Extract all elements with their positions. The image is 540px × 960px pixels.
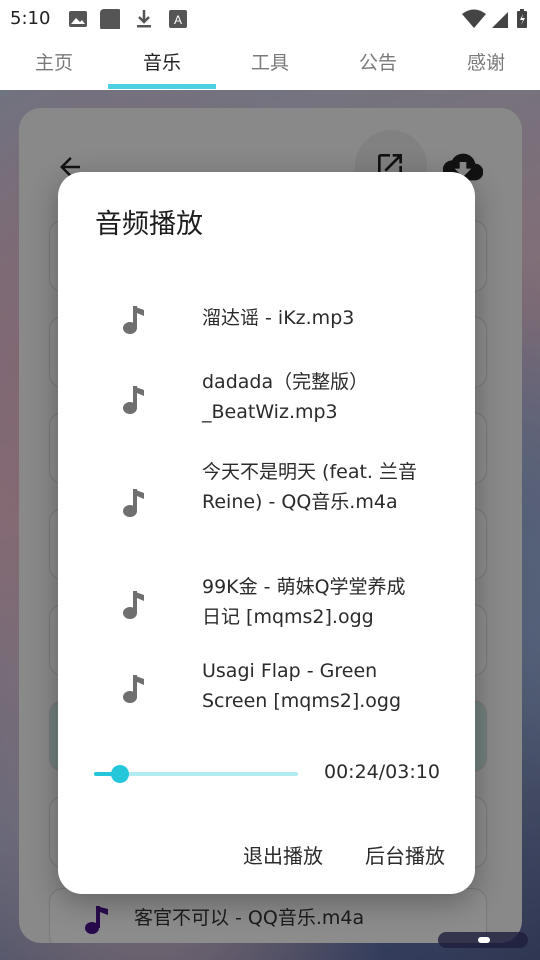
exit-playback-button[interactable]: 退出播放 <box>243 840 323 869</box>
playback-time: 00:24/03:10 <box>324 761 440 783</box>
track-item[interactable]: 今天不是明天 (feat. 兰音Reine) - QQ音乐.m4a <box>58 440 475 544</box>
track-name: 99K金 - 萌妹Q学堂养成日记 [mqms2].ogg <box>202 576 406 628</box>
music-note-icon <box>123 675 144 703</box>
wifi-icon <box>462 9 486 28</box>
font-icon: A <box>169 10 187 28</box>
track-name: Usagi Flap - Green Screen [mqms2].ogg <box>202 660 402 712</box>
music-note-icon <box>123 386 144 414</box>
track-name: 溜达谣 - iKz.mp3 <box>202 307 355 329</box>
track-item[interactable]: 99K金 - 萌妹Q学堂养成日记 [mqms2].ogg <box>58 554 475 634</box>
svg-text:A: A <box>174 13 182 27</box>
audio-player-dialog: 音频播放 溜达谣 - iKz.mp3 dadada（完整版）_BeatWiz.m… <box>58 172 475 894</box>
music-note-icon <box>123 591 144 619</box>
tab-music[interactable]: 音乐 <box>108 38 216 90</box>
track-name: dadada（完整版）_BeatWiz.mp3 <box>202 371 369 423</box>
gesture-nav-handle <box>478 937 490 943</box>
tab-tools[interactable]: 工具 <box>216 38 324 90</box>
track-item[interactable]: Usagi Flap - Green Screen [mqms2].ogg <box>58 638 475 718</box>
dialog-title: 音频播放 <box>95 209 203 240</box>
music-note-icon <box>123 489 144 517</box>
app-icon <box>100 9 120 29</box>
battery-icon <box>517 9 527 28</box>
image-icon <box>69 11 87 27</box>
music-note-icon <box>123 306 144 334</box>
status-time: 5:10 <box>10 8 51 29</box>
tab-home[interactable]: 主页 <box>0 38 108 90</box>
download-icon <box>137 10 151 28</box>
track-name: 今天不是明天 (feat. 兰音Reine) - QQ音乐.m4a <box>202 461 418 513</box>
background-play-button[interactable]: 后台播放 <box>365 840 445 869</box>
tab-thanks[interactable]: 感谢 <box>432 38 540 90</box>
signal-icon <box>492 12 508 28</box>
tab-bar: 主页 音乐 工具 公告 感谢 <box>0 38 540 90</box>
tab-indicator <box>108 84 216 89</box>
track-item[interactable]: dadada（完整版）_BeatWiz.mp3 <box>58 352 475 436</box>
tab-notice[interactable]: 公告 <box>324 38 432 90</box>
track-list: 溜达谣 - iKz.mp3 dadada（完整版）_BeatWiz.mp3 今天… <box>58 292 475 732</box>
progress-slider-thumb[interactable] <box>110 765 129 783</box>
track-item[interactable]: 溜达谣 - iKz.mp3 <box>58 292 475 348</box>
status-bar: 5:10 A <box>0 0 540 38</box>
